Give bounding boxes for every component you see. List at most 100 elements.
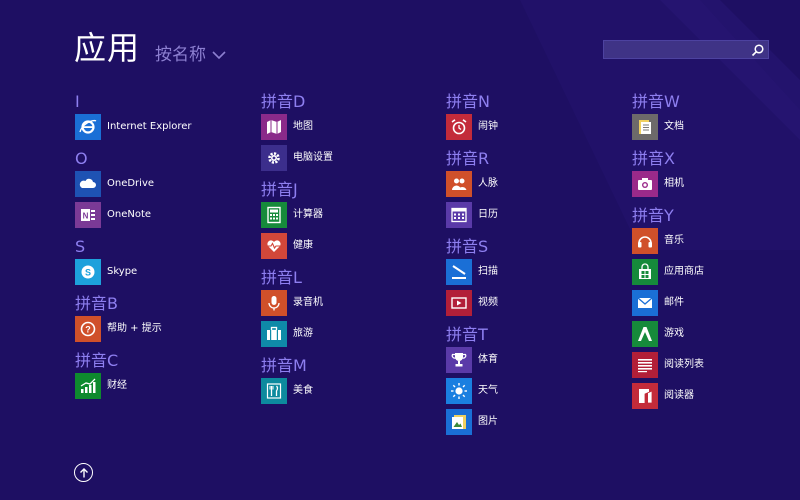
app-tile-camera[interactable]: 相机 xyxy=(632,171,800,197)
sort-label: 按名称 xyxy=(155,45,206,65)
app-tile-label: 地图 xyxy=(293,121,313,132)
group-header[interactable]: 拼音W xyxy=(632,92,680,112)
app-tile-scan[interactable]: 扫描 xyxy=(446,259,616,285)
app-tile-sports[interactable]: 体育 xyxy=(446,347,616,373)
app-tile-internet-explorer[interactable]: Internet Explorer xyxy=(75,114,245,140)
app-tile-label: 扫描 xyxy=(478,266,498,277)
app-tile-label: 美食 xyxy=(293,385,313,396)
camera-icon xyxy=(632,171,658,197)
app-tile-travel[interactable]: 旅游 xyxy=(261,321,431,347)
app-tile-label: 相机 xyxy=(664,178,684,189)
mail-icon xyxy=(632,290,658,316)
reading-list-icon xyxy=(632,352,658,378)
food-icon xyxy=(261,378,287,404)
app-tile-label: 闹钟 xyxy=(478,121,498,132)
app-tile-label: 邮件 xyxy=(664,297,684,308)
app-tile-photos[interactable]: 图片 xyxy=(446,409,616,435)
app-tile-calendar[interactable]: 日历 xyxy=(446,202,616,228)
app-tile-label: 视频 xyxy=(478,297,498,308)
app-tile-label: 体育 xyxy=(478,354,498,365)
group-header[interactable]: 拼音M xyxy=(261,356,307,376)
app-tile-skype[interactable]: S Skype xyxy=(75,259,245,285)
app-tile-finance[interactable]: 财经 xyxy=(75,373,245,399)
app-tile-music[interactable]: 音乐 xyxy=(632,228,800,254)
calendar-icon xyxy=(446,202,472,228)
group-header[interactable]: 拼音L xyxy=(261,268,302,288)
group-header[interactable]: O xyxy=(75,149,88,169)
travel-icon xyxy=(261,321,287,347)
svg-text:?: ? xyxy=(85,325,91,335)
store-icon xyxy=(632,259,658,285)
search-icon[interactable] xyxy=(751,43,765,57)
photos-icon xyxy=(446,409,472,435)
app-tile-help-tips[interactable]: ? 帮助 + 提示 xyxy=(75,316,245,342)
app-tile-label: 旅游 xyxy=(293,328,313,339)
group-header[interactable]: 拼音D xyxy=(261,92,305,112)
app-tile-games[interactable]: 游戏 xyxy=(632,321,800,347)
settings-icon xyxy=(261,145,287,171)
page-title: 应用 xyxy=(74,29,141,67)
app-tile-reader[interactable]: 阅读器 xyxy=(632,383,800,409)
svg-text:S: S xyxy=(85,268,91,278)
app-tile-label: 游戏 xyxy=(664,328,684,339)
group-header[interactable]: 拼音X xyxy=(632,149,675,169)
app-tile-video[interactable]: 视频 xyxy=(446,290,616,316)
people-icon xyxy=(446,171,472,197)
skype-icon: S xyxy=(75,259,101,285)
group-header[interactable]: 拼音B xyxy=(75,294,118,314)
app-tile-calculator[interactable]: 计算器 xyxy=(261,202,431,228)
app-tile-onedrive[interactable]: OneDrive xyxy=(75,171,245,197)
app-tile-store[interactable]: 应用商店 xyxy=(632,259,800,285)
group-header[interactable]: 拼音S xyxy=(446,237,488,257)
group-header[interactable]: 拼音R xyxy=(446,149,489,169)
app-tile-onenote[interactable]: N OneNote xyxy=(75,202,245,228)
app-tile-alarm[interactable]: 闹钟 xyxy=(446,114,616,140)
app-tile-label: 电脑设置 xyxy=(293,152,333,163)
app-tile-label: 人脉 xyxy=(478,178,498,189)
group-header[interactable]: 拼音C xyxy=(75,351,118,371)
search-input[interactable] xyxy=(603,40,769,59)
app-tile-label: 健康 xyxy=(293,240,313,251)
group-header[interactable]: S xyxy=(75,237,85,257)
app-tile-label: Skype xyxy=(107,266,138,277)
group-header[interactable]: 拼音J xyxy=(261,180,298,200)
app-tile-label: 图片 xyxy=(478,416,498,427)
maps-icon xyxy=(261,114,287,140)
app-tile-people[interactable]: 人脉 xyxy=(446,171,616,197)
onenote-icon: N xyxy=(75,202,101,228)
app-tile-label: 阅读器 xyxy=(664,390,694,401)
group-header[interactable]: 拼音Y xyxy=(632,206,674,226)
sports-icon xyxy=(446,347,472,373)
help-tips-icon: ? xyxy=(75,316,101,342)
health-icon xyxy=(261,233,287,259)
group-header[interactable]: 拼音N xyxy=(446,92,490,112)
scroll-up-button[interactable] xyxy=(74,463,93,482)
chevron-down-icon xyxy=(212,51,226,60)
app-tile-label: OneNote xyxy=(107,209,152,220)
app-tile-reading-list[interactable]: 阅读列表 xyxy=(632,352,800,378)
app-tile-documents[interactable]: 文档 xyxy=(632,114,800,140)
sort-by-name-button[interactable]: 按名称 xyxy=(155,44,226,66)
app-tile-label: 应用商店 xyxy=(664,266,704,277)
app-tile-weather[interactable]: 天气 xyxy=(446,378,616,404)
arrow-up-icon xyxy=(79,467,88,477)
onedrive-icon xyxy=(75,171,101,197)
group-header[interactable]: 拼音T xyxy=(446,325,488,345)
internet-explorer-icon xyxy=(75,114,101,140)
app-tile-mail[interactable]: 邮件 xyxy=(632,290,800,316)
app-tile-maps[interactable]: 地图 xyxy=(261,114,431,140)
app-tile-health[interactable]: 健康 xyxy=(261,233,431,259)
app-tile-sound-recorder[interactable]: 录音机 xyxy=(261,290,431,316)
app-tile-label: 日历 xyxy=(478,209,498,220)
app-tile-label: 文档 xyxy=(664,121,684,132)
app-tile-label: 财经 xyxy=(107,380,127,391)
app-tile-label: 音乐 xyxy=(664,235,684,246)
app-tile-label: OneDrive xyxy=(107,178,155,189)
video-icon xyxy=(446,290,472,316)
weather-icon xyxy=(446,378,472,404)
app-tile-food[interactable]: 美食 xyxy=(261,378,431,404)
games-icon xyxy=(632,321,658,347)
group-header[interactable]: I xyxy=(75,92,80,112)
app-tile-settings[interactable]: 电脑设置 xyxy=(261,145,431,171)
music-icon xyxy=(632,228,658,254)
